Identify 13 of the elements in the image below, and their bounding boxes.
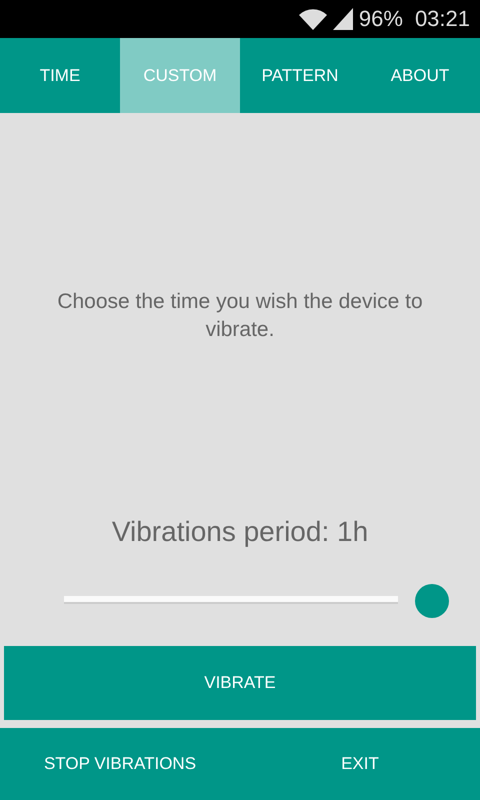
slider-track[interactable] [64,596,398,604]
tab[interactable]: CUSTOM [120,38,240,113]
tab[interactable]: TIME [0,38,120,113]
instruction-text: Choose the time you wish the device to vibrate. [56,289,424,343]
vibrate-button[interactable]: VIBRATE [4,646,476,720]
battery-percent: 96% [358,6,403,32]
signal-icon [332,8,353,30]
tab[interactable]: ABOUT [360,38,480,113]
period-label: Vibrations period: 1h [110,515,370,549]
slider-thumb[interactable] [415,584,449,618]
tab[interactable]: PATTERN [240,38,360,113]
wifi-icon [298,8,327,30]
clock: 03:21 [414,6,470,32]
